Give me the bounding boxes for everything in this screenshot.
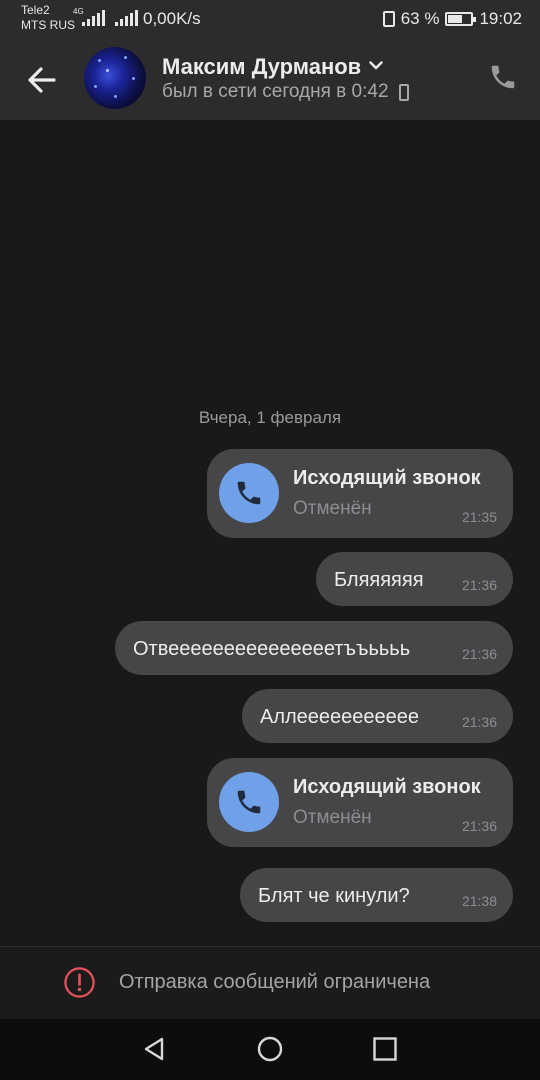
square-recents-icon <box>373 1037 397 1061</box>
call-title: Исходящий звонок <box>293 776 481 798</box>
carrier-labels: Tele2 MTS RUS <box>21 3 75 33</box>
signal-icon-2 <box>115 10 138 26</box>
battery-level-fill <box>448 15 463 23</box>
battery-percent: 63 % <box>400 9 440 28</box>
data-speed: 0,00K/s <box>143 9 201 28</box>
carrier-2: MTS RUS <box>21 18 75 32</box>
call-button[interactable] <box>488 62 522 96</box>
carrier-1: Tele2 <box>21 3 50 17</box>
circle-home-icon <box>257 1036 283 1062</box>
restriction-text: Отправка сообщений ограничена <box>119 971 431 993</box>
call-subtitle: Отменён <box>293 807 372 828</box>
message-text: Бляяяяяя <box>334 569 424 591</box>
date-separator: Вчера, 1 февраля <box>198 408 342 427</box>
back-button[interactable] <box>22 60 62 100</box>
text-message[interactable]: Бляяяяяя 21:36 <box>316 552 513 606</box>
chat-screen: Tele2 MTS RUS 4G 0,00K/s 63 % 19:02 Макс… <box>0 0 540 1080</box>
call-icon-circle <box>219 772 279 832</box>
chevron-down-icon <box>369 50 383 76</box>
contact-name-button[interactable]: Максим Дурманов <box>162 50 383 80</box>
mobile-device-icon <box>398 83 409 101</box>
clock: 19:02 <box>479 9 522 28</box>
system-nav-bar <box>0 1019 540 1080</box>
battery-icon <box>445 12 477 26</box>
call-subtitle: Отменён <box>293 498 372 519</box>
call-message[interactable]: Исходящий звонок Отменён 21:35 <box>207 449 513 538</box>
message-time: 21:36 <box>461 577 497 593</box>
nav-back-button[interactable] <box>140 1034 170 1064</box>
message-time: 21:35 <box>461 509 497 525</box>
vibrate-icon <box>382 11 395 27</box>
last-seen-status: был в сети сегодня в 0:42 <box>162 81 409 103</box>
call-icon-circle <box>219 463 279 523</box>
contact-name: Максим Дурманов <box>162 54 362 79</box>
avatar[interactable] <box>84 47 146 109</box>
signal-icon-1 <box>82 10 105 26</box>
phone-icon <box>237 481 261 505</box>
last-seen-text: был в сети сегодня в 0:42 <box>162 81 389 102</box>
message-time: 21:36 <box>461 714 497 730</box>
exclamation-circle-icon <box>64 967 95 998</box>
call-message[interactable]: Исходящий звонок Отменён 21:36 <box>207 758 513 847</box>
message-time: 21:36 <box>461 646 497 662</box>
phone-icon <box>237 790 261 814</box>
message-time: 21:38 <box>461 893 497 909</box>
nav-home-button[interactable] <box>255 1034 285 1064</box>
text-message[interactable]: Аллеееееееееее 21:36 <box>242 689 513 743</box>
status-bar: Tele2 MTS RUS 4G 0,00K/s 63 % 19:02 <box>0 0 540 38</box>
arrow-left-icon <box>28 67 56 93</box>
chat-header: Максим Дурманов был в сети сегодня в 0:4… <box>0 38 540 120</box>
text-message[interactable]: Отвееееееееееееееетъъьььь 21:36 <box>115 621 513 675</box>
message-time: 21:36 <box>461 818 497 834</box>
message-text: Отвееееееееееееееетъъьььь <box>133 638 411 660</box>
nav-recents-button[interactable] <box>370 1034 400 1064</box>
message-text: Аллеееееееееее <box>260 706 420 728</box>
call-title: Исходящий звонок <box>293 467 481 489</box>
messaging-restricted-bar: Отправка сообщений ограничена <box>0 947 540 1019</box>
message-text: Блят че кинули? <box>258 885 410 907</box>
triangle-back-icon <box>144 1037 164 1061</box>
text-message[interactable]: Блят че кинули? 21:38 <box>240 868 513 922</box>
phone-icon <box>491 65 515 89</box>
status-right: 63 % 19:02 <box>382 9 522 29</box>
